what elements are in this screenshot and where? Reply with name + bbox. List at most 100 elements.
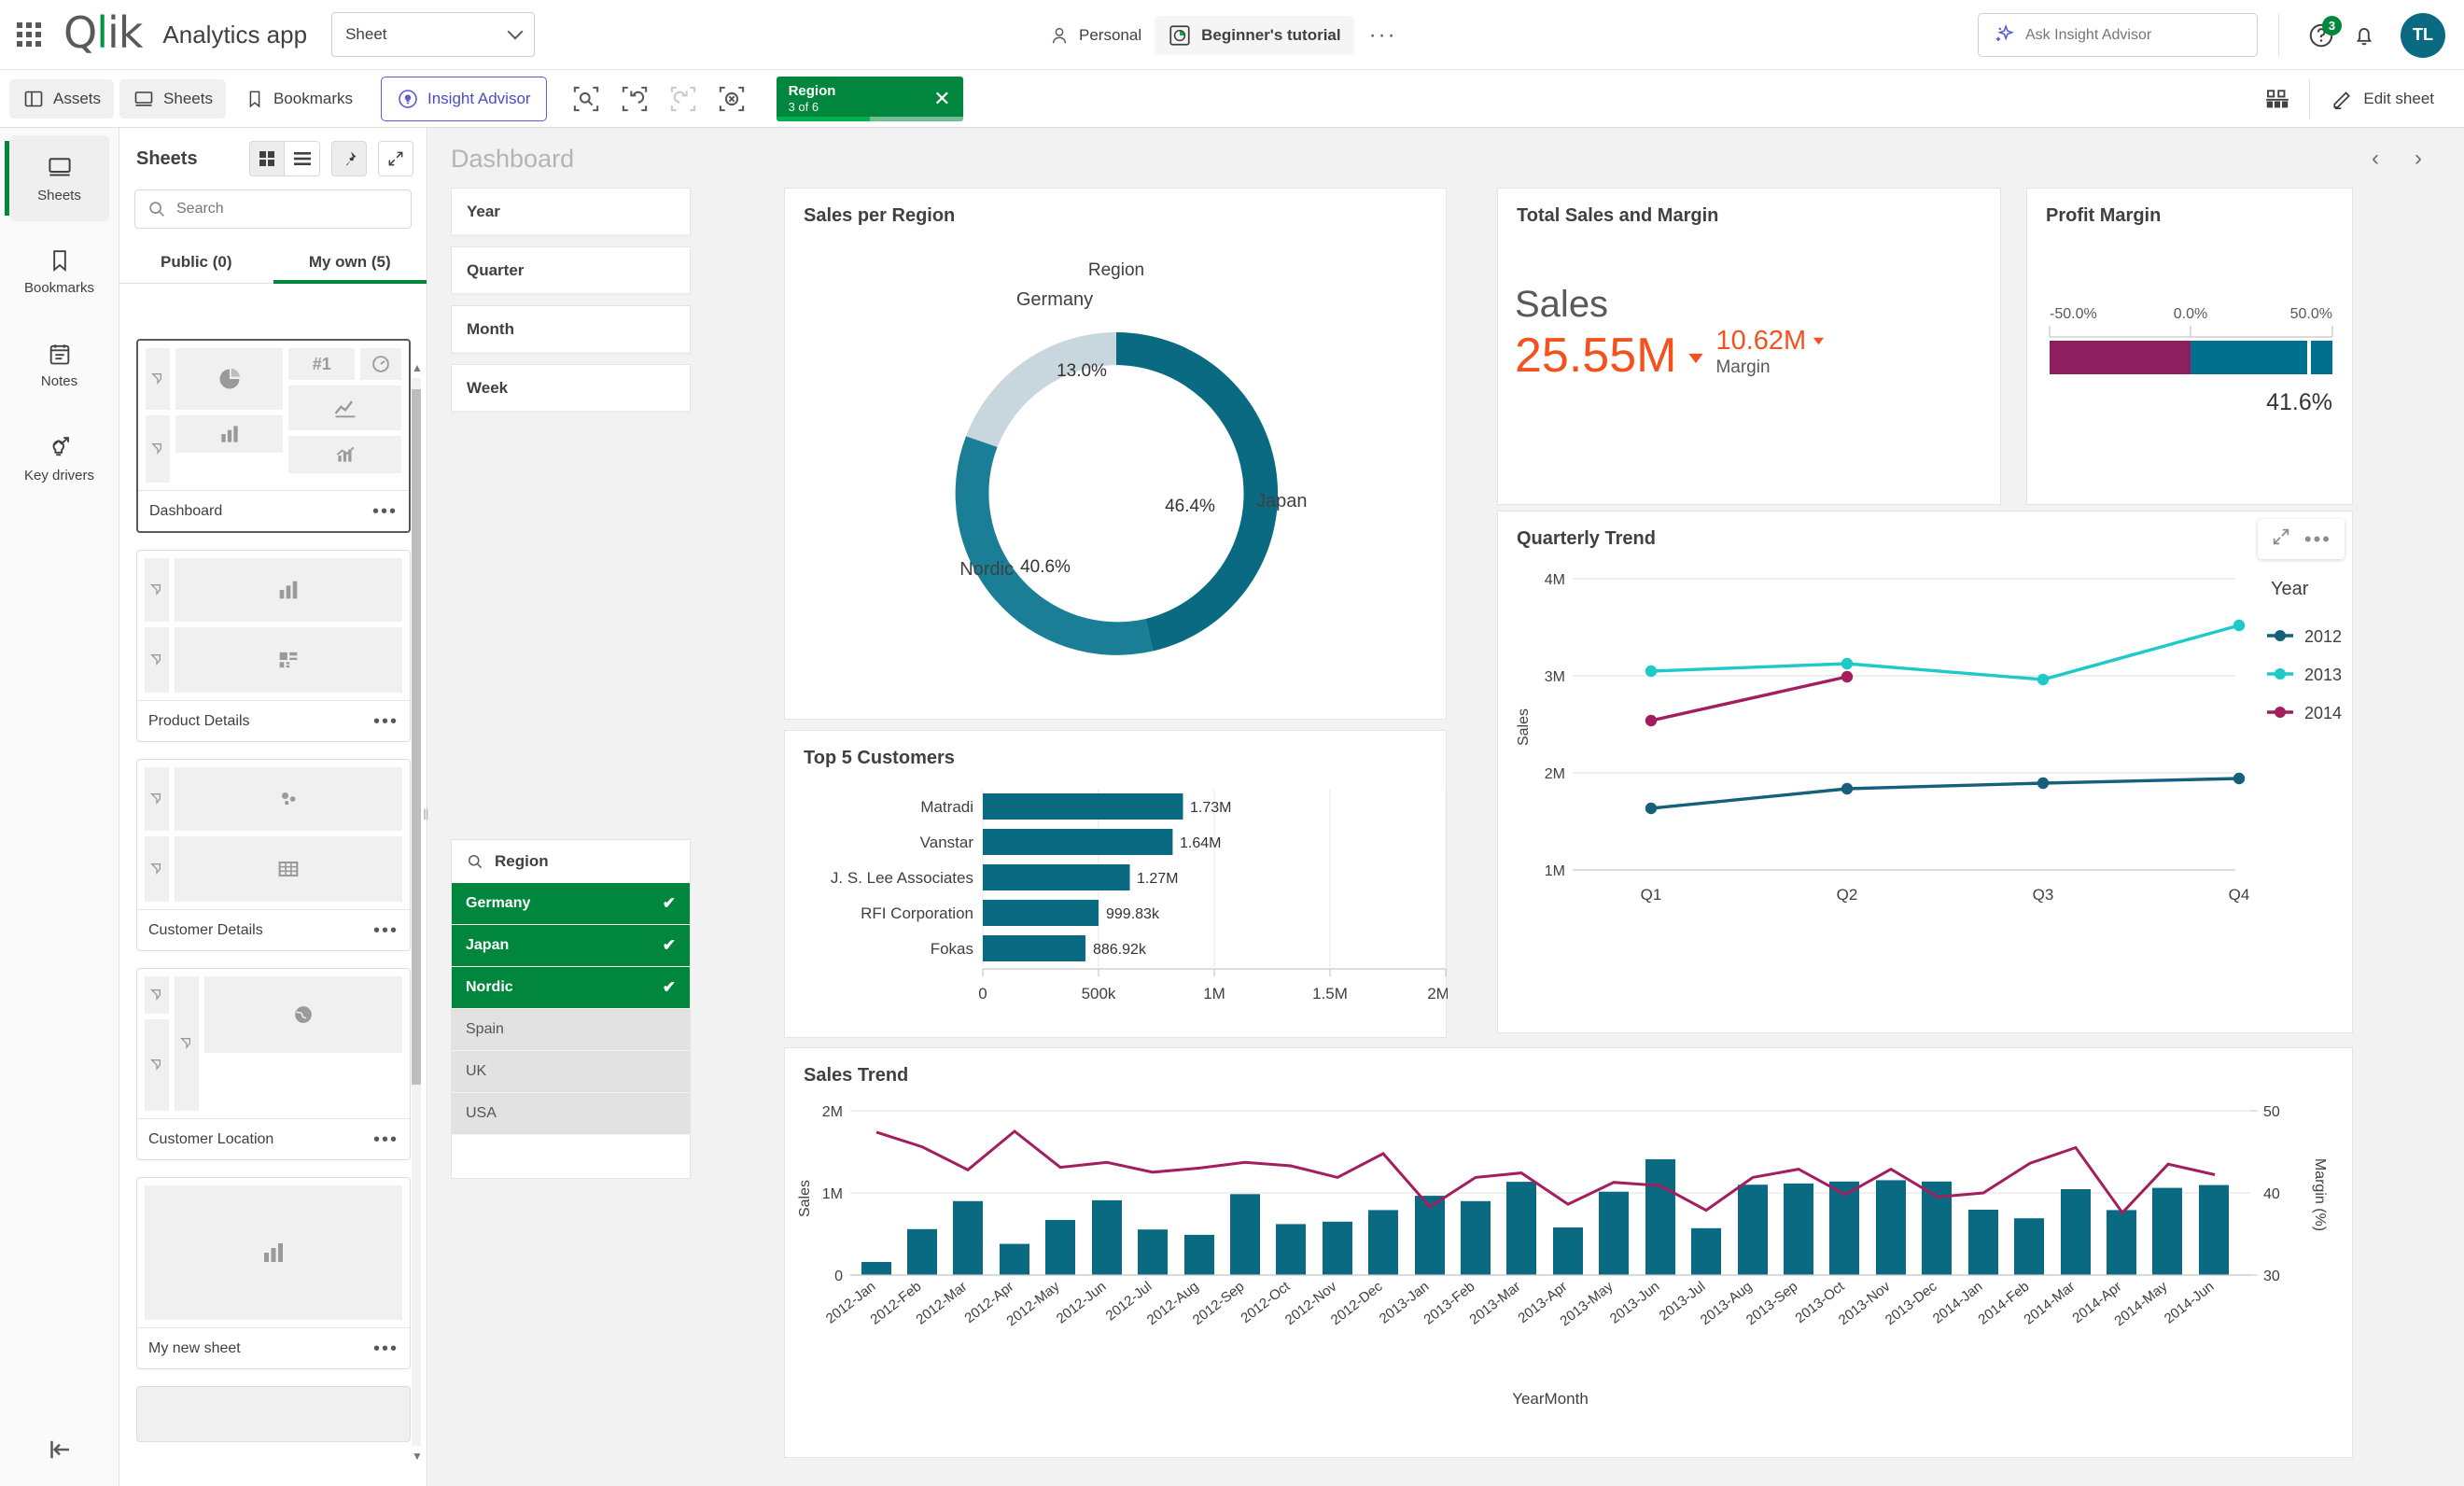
- notifications-button[interactable]: [2343, 14, 2386, 57]
- selection-back-button[interactable]: [610, 78, 659, 119]
- bar-matradi[interactable]: [983, 793, 1183, 820]
- toolbar-assets-label: Assets: [53, 89, 102, 107]
- chart-sales-trend[interactable]: Sales Trend 2M 1M 0 Sales 50 40 30 Margi…: [784, 1047, 2353, 1458]
- listbox-row-germany[interactable]: Germany ✔: [452, 883, 690, 925]
- sidebar-item-bookmarks[interactable]: Bookmarks: [10, 229, 109, 315]
- sheet-view-toggle-button[interactable]: [2253, 78, 2302, 119]
- legend-item-2014[interactable]: 2014: [2267, 704, 2342, 722]
- bar-rfi-corporation[interactable]: [983, 900, 1099, 926]
- assets-icon: [24, 91, 43, 106]
- line-series-2014[interactable]: [1650, 675, 1848, 722]
- sheets-search[interactable]: [134, 189, 412, 229]
- filter-quarter[interactable]: Quarter: [451, 246, 691, 296]
- insight-advisor-input[interactable]: [2025, 26, 2240, 44]
- sheet-card-menu-button[interactable]: •••: [373, 921, 399, 940]
- sheets-search-input[interactable]: [176, 201, 382, 217]
- filter-week[interactable]: Week: [451, 364, 691, 414]
- legend-item-2013[interactable]: 2013: [2267, 666, 2342, 684]
- app-title: Analytics app: [162, 20, 308, 49]
- scrollbar-thumb[interactable]: [412, 389, 421, 1085]
- selection-search-button[interactable]: [562, 78, 610, 119]
- listbox-row-usa[interactable]: USA: [452, 1093, 690, 1135]
- fullscreen-icon[interactable]: [2271, 526, 2291, 552]
- filter-year[interactable]: Year: [451, 188, 691, 237]
- chart-profit-margin[interactable]: Profit Margin -50.0% 0.0% 50.0% 41.6%: [2026, 188, 2353, 505]
- selection-forward-button[interactable]: [659, 78, 707, 119]
- sheets-scrollbar[interactable]: ▲ ▼: [412, 361, 423, 1463]
- donut-slice-japan[interactable]: [1116, 331, 1279, 652]
- next-sheet-button[interactable]: ›: [2397, 137, 2440, 180]
- bar-series-sales[interactable]: [861, 1158, 2229, 1275]
- listbox-row-spain[interactable]: Spain: [452, 1009, 690, 1051]
- collapse-sidebar-button[interactable]: [0, 1413, 119, 1486]
- sheet-card-partial[interactable]: [136, 1386, 411, 1442]
- pin-panel-button[interactable]: [331, 141, 367, 176]
- filter-box-icon: [150, 989, 161, 1001]
- sheet-card-my-new-sheet[interactable]: My new sheet •••: [136, 1177, 411, 1369]
- sheet-card-product-details[interactable]: Product Details •••: [136, 550, 411, 742]
- chart-more-menu-button[interactable]: •••: [2304, 529, 2331, 550]
- sheet-card-menu-button[interactable]: •••: [373, 1339, 399, 1358]
- space-chip[interactable]: Personal: [1036, 18, 1155, 53]
- toolbar-assets-button[interactable]: Assets: [9, 78, 115, 119]
- chart-sales-per-region[interactable]: Sales per Region Region Germany Japan No…: [784, 188, 1447, 720]
- qlik-logo[interactable]: Qlik: [63, 11, 143, 54]
- filter-month[interactable]: Month: [451, 305, 691, 355]
- toolbar-insight-advisor-button[interactable]: Insight Advisor: [381, 76, 547, 121]
- donut-slice-germany[interactable]: [966, 332, 1116, 447]
- xtick-500k: 500k: [1082, 985, 1116, 1002]
- toolbar-bookmarks-button[interactable]: Bookmarks: [231, 80, 366, 118]
- help-button[interactable]: 3: [2300, 14, 2343, 57]
- legend-item-2012[interactable]: 2012: [2267, 627, 2342, 646]
- tab-public[interactable]: Public (0): [119, 244, 273, 283]
- sheet-card-customer-details[interactable]: Customer Details •••: [136, 759, 411, 951]
- line-series-2013[interactable]: [1650, 624, 2240, 681]
- scroll-down-icon[interactable]: ▼: [412, 1450, 423, 1463]
- xtick-1: 2012-Feb: [867, 1279, 924, 1328]
- tab-my-own[interactable]: My own (5): [273, 244, 427, 284]
- sheet-card-menu-button[interactable]: •••: [373, 712, 399, 731]
- toolbar-bookmarks-label: Bookmarks: [273, 89, 353, 107]
- listbox-search[interactable]: Region: [452, 840, 690, 883]
- grid-view-button[interactable]: [249, 141, 285, 176]
- bullet-marker: [2307, 341, 2311, 374]
- clear-all-selections-button[interactable]: [707, 78, 756, 119]
- scroll-up-icon[interactable]: ▲: [412, 361, 423, 374]
- list-view-button[interactable]: [285, 141, 320, 176]
- listbox-row-japan[interactable]: Japan ✔: [452, 925, 690, 967]
- bar-js-lee-associates[interactable]: [983, 864, 1130, 890]
- edit-sheet-button[interactable]: Edit sheet: [2317, 78, 2447, 119]
- previous-sheet-button[interactable]: ‹: [2354, 137, 2397, 180]
- avatar[interactable]: TL: [2401, 12, 2445, 58]
- insight-advisor-search[interactable]: [1978, 13, 2258, 57]
- sheet-selector-label: Sheet: [345, 25, 387, 43]
- bar-fokas[interactable]: [983, 935, 1085, 961]
- app-more-menu-button[interactable]: ···: [1354, 23, 1412, 46]
- donut-slice-nordic[interactable]: [955, 436, 1154, 655]
- sidebar-item-notes[interactable]: Notes: [10, 322, 109, 408]
- sidebar-item-key-drivers[interactable]: Key drivers: [10, 415, 109, 501]
- chart-quarterly-trend[interactable]: Quarterly Trend ••• 4M 3M 2M 1M Sales Q1…: [1497, 511, 2353, 1033]
- kpi-total-sales-and-margin[interactable]: Total Sales and Margin Sales 25.55M 10.6…: [1497, 188, 2001, 505]
- sheet-card-name: Dashboard: [149, 502, 223, 519]
- line-series-2012[interactable]: [1650, 777, 2240, 810]
- selection-chip-region[interactable]: Region 3 of 6 ✕: [776, 76, 963, 121]
- sheet-card-menu-button[interactable]: •••: [372, 502, 398, 521]
- sheet-selector[interactable]: Sheet: [331, 12, 536, 57]
- sheet-thumbnail: [137, 1178, 410, 1327]
- close-icon[interactable]: ✕: [933, 87, 950, 111]
- sheet-card-menu-button[interactable]: •••: [373, 1130, 399, 1149]
- chart-top-5-customers[interactable]: Top 5 Customers Matradi Vanstar J. S. Le…: [784, 730, 1449, 1038]
- listbox-row-uk[interactable]: UK: [452, 1051, 690, 1093]
- app-launcher-button[interactable]: [0, 22, 58, 47]
- app-chip[interactable]: Beginner's tutorial: [1155, 15, 1354, 55]
- toolbar-sheets-button[interactable]: Sheets: [119, 78, 226, 119]
- donut-value-germany: 13.0%: [1057, 361, 1107, 381]
- line-series-margin[interactable]: [875, 1129, 2216, 1215]
- expand-panel-button[interactable]: [378, 141, 413, 176]
- listbox-row-nordic[interactable]: Nordic ✔: [452, 967, 690, 1009]
- bar-vanstar[interactable]: [983, 829, 1173, 855]
- sidebar-item-sheets[interactable]: Sheets: [4, 135, 109, 221]
- sheet-card-customer-location[interactable]: Customer Location •••: [136, 968, 411, 1160]
- sheet-card-dashboard[interactable]: #1 Dashboard •••: [136, 339, 411, 533]
